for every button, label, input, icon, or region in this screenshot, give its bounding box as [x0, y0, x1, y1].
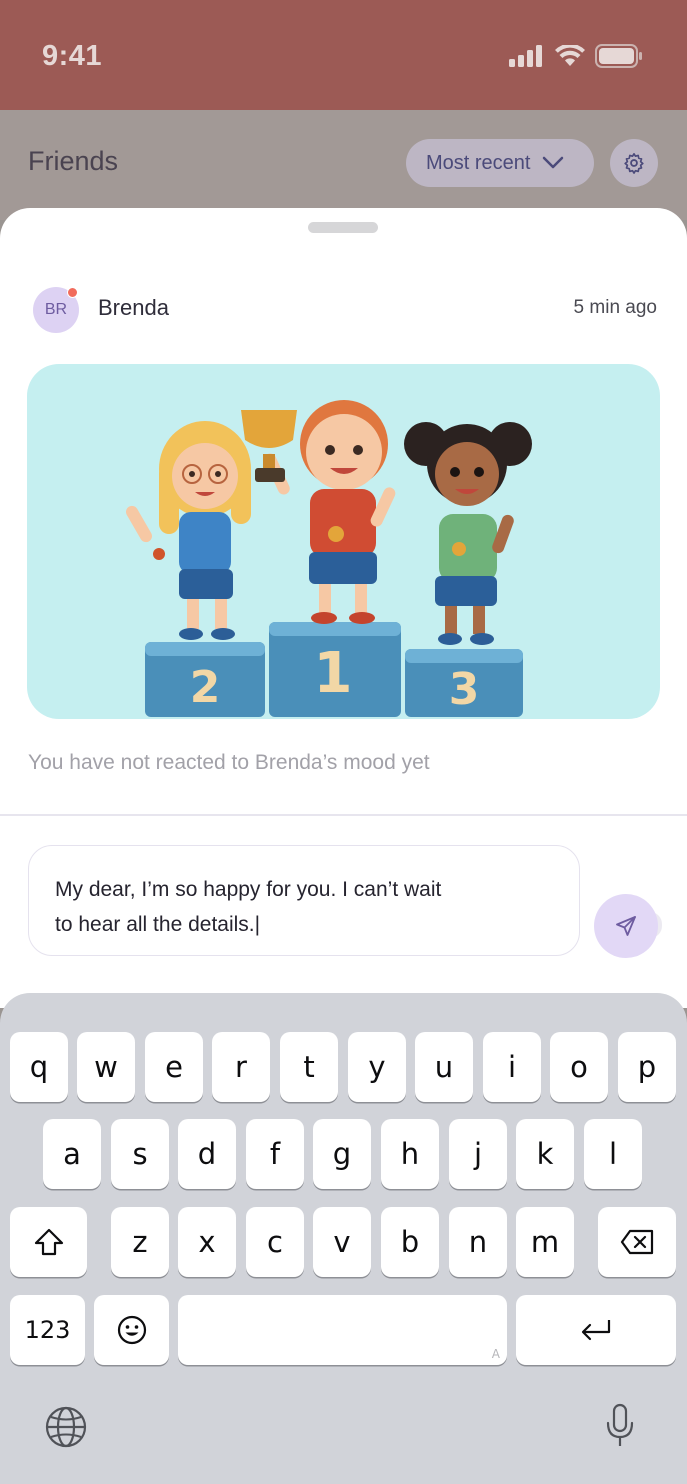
shift-key[interactable] [10, 1207, 87, 1277]
key-d[interactable]: d [178, 1119, 236, 1189]
battery-icon [595, 44, 642, 68]
key-label: s [132, 1137, 148, 1171]
space-bar-hint: A [491, 1347, 500, 1361]
key-label: w [94, 1050, 118, 1084]
key-j[interactable]: j [449, 1119, 507, 1189]
key-t[interactable]: t [280, 1032, 338, 1102]
key-label: e [165, 1050, 183, 1084]
key-a[interactable]: a [43, 1119, 101, 1189]
send-button[interactable] [594, 894, 658, 958]
key-z[interactable]: z [111, 1207, 169, 1277]
key-label: o [570, 1050, 588, 1084]
key-k[interactable]: k [516, 1119, 574, 1189]
key-label: m [530, 1225, 560, 1259]
message-input-line-1: My dear, I’m so happy for you. I can’t w… [55, 878, 442, 901]
numbers-key[interactable]: 123 [10, 1295, 85, 1365]
cellular-signal-icon [509, 45, 542, 67]
key-label: a [63, 1137, 81, 1171]
key-n[interactable]: n [449, 1207, 507, 1277]
key-q[interactable]: q [10, 1032, 68, 1102]
key-label: y [368, 1050, 386, 1084]
key-label: n [468, 1225, 488, 1259]
return-key[interactable] [516, 1295, 676, 1365]
key-label: r [235, 1050, 247, 1084]
backspace-key[interactable] [598, 1207, 676, 1277]
key-h[interactable]: h [381, 1119, 439, 1189]
post-timestamp: 5 min ago [573, 297, 657, 318]
key-label: d [197, 1137, 217, 1171]
key-label: i [507, 1050, 517, 1084]
chevron-down-icon [543, 156, 564, 169]
key-m[interactable]: m [516, 1207, 574, 1277]
sheet-drag-handle[interactable] [308, 222, 378, 233]
key-label: q [29, 1050, 49, 1084]
key-s[interactable]: s [111, 1119, 169, 1189]
reaction-status-text: You have not reacted to Brenda’s mood ye… [28, 751, 430, 774]
key-o[interactable]: o [550, 1032, 608, 1102]
key-y[interactable]: y [348, 1032, 406, 1102]
emoji-icon [117, 1315, 146, 1345]
child-third-place [404, 422, 532, 645]
child-first-place [241, 400, 396, 624]
podium-illustration: 2 1 3 [126, 400, 532, 717]
mood-image: 2 1 3 [27, 364, 660, 719]
dictation-key[interactable] [603, 1402, 637, 1450]
key-label: x [198, 1225, 216, 1259]
key-e[interactable]: e [145, 1032, 203, 1102]
key-label: v [333, 1225, 351, 1259]
settings-button[interactable] [610, 139, 658, 187]
message-input-line-2: to hear all the details.| [55, 913, 261, 936]
key-i[interactable]: i [483, 1032, 541, 1102]
key-r[interactable]: r [212, 1032, 270, 1102]
key-c[interactable]: c [246, 1207, 304, 1277]
key-label: b [400, 1225, 420, 1259]
key-f[interactable]: f [246, 1119, 304, 1189]
microphone-icon [606, 1403, 634, 1446]
sort-dropdown[interactable]: Most recent [406, 139, 594, 187]
page-title: Friends [28, 146, 119, 176]
wifi-icon [555, 45, 585, 66]
gear-icon [624, 153, 644, 174]
key-label: h [400, 1137, 420, 1171]
avatar-initials: BR [44, 301, 68, 318]
return-icon [581, 1320, 611, 1341]
emoji-key[interactable] [94, 1295, 169, 1365]
space-bar[interactable]: A [178, 1295, 507, 1365]
key-label: g [332, 1137, 352, 1171]
podium-number-2: 2 [190, 662, 221, 713]
key-label: t [303, 1050, 315, 1084]
key-label: p [637, 1050, 657, 1084]
key-label: z [132, 1225, 148, 1259]
key-v[interactable]: v [313, 1207, 371, 1277]
send-icon [616, 916, 636, 936]
notification-dot [67, 287, 78, 298]
globe-key[interactable] [44, 1405, 88, 1449]
divider [0, 814, 687, 816]
status-time: 9:41 [42, 40, 103, 72]
key-b[interactable]: b [381, 1207, 439, 1277]
podium-number-3: 3 [449, 664, 480, 715]
key-g[interactable]: g [313, 1119, 371, 1189]
key-label: l [608, 1137, 618, 1171]
key-label: f [269, 1137, 281, 1171]
numbers-key-label: 123 [24, 1316, 71, 1344]
backspace-icon [620, 1229, 654, 1255]
child-second-place [126, 421, 251, 640]
key-label: j [473, 1137, 483, 1171]
globe-icon [45, 1406, 87, 1448]
status-icons [509, 44, 643, 68]
key-label: k [536, 1137, 554, 1171]
key-w[interactable]: w [77, 1032, 135, 1102]
shift-icon [34, 1228, 63, 1256]
key-label: c [267, 1225, 283, 1259]
podium-number-1: 1 [314, 641, 353, 706]
sort-dropdown-label: Most recent [426, 151, 531, 174]
sender-name: Brenda [98, 295, 169, 320]
key-x[interactable]: x [178, 1207, 236, 1277]
key-u[interactable]: u [415, 1032, 473, 1102]
message-input[interactable]: My dear, I’m so happy for you. I can’t w… [28, 845, 580, 956]
key-label: u [434, 1050, 454, 1084]
key-p[interactable]: p [618, 1032, 676, 1102]
key-l[interactable]: l [584, 1119, 642, 1189]
